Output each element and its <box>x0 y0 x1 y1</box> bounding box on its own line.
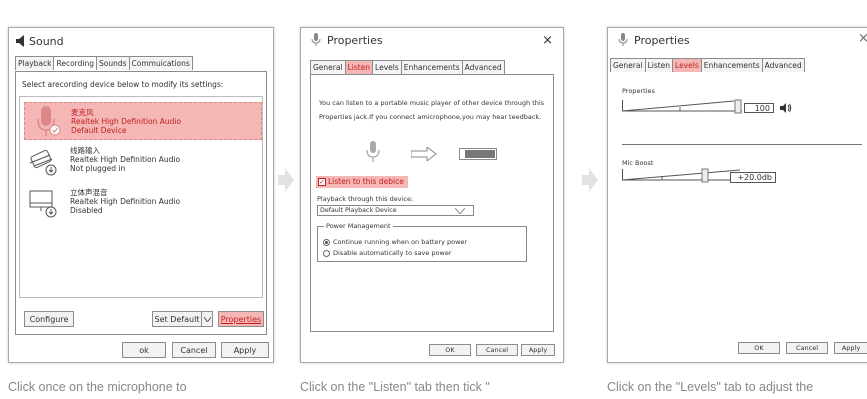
tab-enhancements[interactable]: Enhancements <box>400 60 463 74</box>
window-title: Properties <box>327 33 383 47</box>
ok-button[interactable]: ok <box>122 342 166 358</box>
properties-level-value[interactable]: 100 <box>744 103 774 113</box>
arrow-right-icon <box>411 147 437 161</box>
caption-step-1: Click once on the microphone to <box>8 380 187 394</box>
device-microphone[interactable]: 麦克风 Realtek High Definition Audio Defaul… <box>24 102 262 140</box>
speaker-volume-icon[interactable] <box>780 103 792 113</box>
configure-button[interactable]: Configure <box>24 311 74 327</box>
listen-description-1: You can listen to a portable music playe… <box>319 99 545 107</box>
stereo-mix-icon <box>29 190 57 218</box>
listen-checkbox-row[interactable]: ✓ Listen to this debice <box>316 176 408 188</box>
tab-listen[interactable]: Listen <box>344 60 374 74</box>
device-line-in[interactable]: 线路输入 Realtek High Definition Audio Not p… <box>24 143 262 181</box>
tab-recording[interactable]: Recording <box>53 56 97 70</box>
speaker-icon <box>16 35 24 47</box>
sound-tabs: Playback Recording Sounds Commuications <box>9 56 273 70</box>
radio-disable-label: Disable automatically to save power <box>333 249 452 257</box>
window-title: Sound <box>29 34 64 48</box>
power-management-group: Power Management Continue running when o… <box>317 222 527 262</box>
microphone-icon <box>311 33 321 46</box>
device-status: Default Device <box>71 126 127 135</box>
divider <box>622 144 862 145</box>
sound-window: Sound Playback Recording Sounds Commuica… <box>8 27 274 363</box>
microphone-icon <box>618 33 628 46</box>
playback-select-value: Default Playback Device <box>320 207 397 214</box>
listen-description-2: Properties jack.If you connect amicropho… <box>319 113 542 121</box>
device-list: 麦克风 Realtek High Definition Audio Defaul… <box>19 96 263 298</box>
levels-panel: Properties 100 Mic Boost +20.0db <box>608 72 867 332</box>
listen-checkbox[interactable]: ✓ <box>318 178 326 186</box>
cancel-button[interactable]: Cancel <box>172 342 216 358</box>
tab-general[interactable]: General <box>310 60 346 74</box>
tab-levels[interactable]: Levels <box>372 60 402 74</box>
tab-listen[interactable]: Listen <box>644 58 674 72</box>
device-name: 立体声混音 <box>70 188 108 197</box>
recording-panel: Select arecording device below to modify… <box>15 71 267 335</box>
apply-button[interactable]: Apply <box>221 342 269 358</box>
tab-sounds[interactable]: Sounds <box>95 56 130 70</box>
properties-titlebar: Properties × <box>608 28 867 52</box>
set-default-dropdown[interactable] <box>201 311 213 327</box>
device-name: 线路输入 <box>70 146 100 155</box>
properties-listen-window: Properties × General Listen Levels Enhan… <box>300 27 564 363</box>
mic-boost-value[interactable]: +20.0db <box>730 172 776 183</box>
caption-step-3: Click on the "Levels" tab to adjust the <box>607 380 814 394</box>
radio-disable-automatically[interactable] <box>323 250 330 257</box>
microphone-icon <box>366 141 380 162</box>
tab-levels[interactable]: Levels <box>672 58 702 72</box>
tab-enhancements[interactable]: Enhancements <box>700 58 763 72</box>
tab-advanced[interactable]: Advanced <box>461 60 505 74</box>
device-driver: Realtek High Definition Audio <box>70 197 181 206</box>
device-driver: Realtek High Definition Audio <box>71 117 182 126</box>
ok-button[interactable]: OK <box>429 344 471 356</box>
arrow-right-icon <box>582 168 598 192</box>
properties-titlebar: Properties × <box>301 28 563 52</box>
radio-continue-running[interactable] <box>323 239 330 246</box>
sound-titlebar: Sound <box>9 28 273 54</box>
tab-playback[interactable]: Playback <box>15 56 55 70</box>
cancel-button[interactable]: Cancel <box>476 344 518 356</box>
radio-continue-label: Continue running when on battery power <box>333 238 468 246</box>
line-in-icon <box>29 149 57 176</box>
instruction-text: Select arecording device below to modify… <box>22 80 224 89</box>
device-name: 麦克风 <box>71 108 94 117</box>
power-management-label: Power Management <box>324 222 393 230</box>
properties-button[interactable]: Properties <box>218 311 264 327</box>
apply-button[interactable]: Apply <box>521 344 555 356</box>
mic-boost-slider[interactable] <box>622 166 742 184</box>
playback-label: Playback through this device: <box>317 195 414 203</box>
listen-panel: You can listen to a portable music playe… <box>310 74 554 332</box>
microphone-icon <box>37 106 61 136</box>
ok-button[interactable]: OK <box>738 342 780 354</box>
tab-communications[interactable]: Commuications <box>128 56 193 70</box>
tab-general[interactable]: General <box>610 58 646 72</box>
chevron-down-icon <box>203 316 211 322</box>
properties-level-slider[interactable] <box>622 97 742 115</box>
properties-tabs: General Listen Levels Enhancements Advan… <box>301 60 563 74</box>
properties-level-label: Properties <box>622 87 655 95</box>
tab-advanced[interactable]: Advanced <box>761 58 805 72</box>
properties-tabs: General Listen Levels Enhancements Advan… <box>608 58 867 72</box>
set-default-button[interactable]: Set Default <box>152 311 202 327</box>
apply-button[interactable]: Apply <box>834 342 867 354</box>
listen-checkbox-label: Listen to this debice <box>328 177 404 186</box>
close-icon[interactable]: × <box>858 31 867 46</box>
device-status: Not plugged in <box>70 164 126 173</box>
device-status: Disabled <box>70 206 103 215</box>
window-title: Properties <box>634 33 690 47</box>
close-icon[interactable]: × <box>542 33 557 48</box>
device-stereo-mix[interactable]: 立体声混音 Realtek High Definition Audio Disa… <box>24 185 262 223</box>
properties-levels-window: Properties × General Listen Levels Enhan… <box>607 27 867 363</box>
arrow-right-icon <box>278 168 294 192</box>
battery-device-icon <box>459 148 497 160</box>
chevron-down-icon <box>455 208 465 214</box>
device-driver: Realtek High Definition Audio <box>70 155 181 164</box>
cancel-button[interactable]: Cancel <box>786 342 828 354</box>
playback-select[interactable]: Default Playback Device <box>317 205 474 216</box>
caption-step-2: Click on the "Listen" tab then tick " <box>300 380 490 394</box>
